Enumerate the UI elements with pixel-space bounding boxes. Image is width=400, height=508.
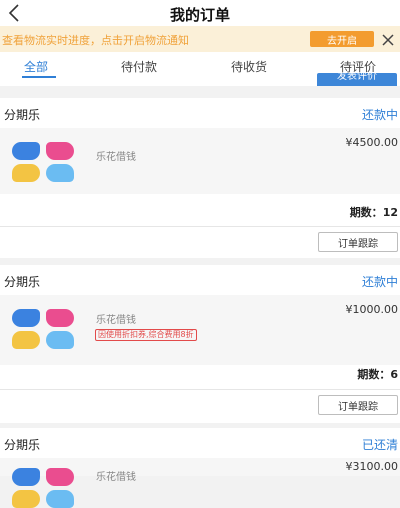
merchant-name: 分期乐 <box>4 108 41 122</box>
close-icon <box>382 34 394 46</box>
divider <box>0 389 400 390</box>
nav-bar: 我的订单 <box>0 0 400 26</box>
product-price: ¥1000.00 <box>345 303 399 316</box>
product-price: ¥4500.00 <box>345 136 399 149</box>
order-card[interactable]: 分期乐 还款中 乐花借钱 ¥4500.00 期数：12 订单跟踪 <box>0 98 400 258</box>
order-tracking-button[interactable]: 订单跟踪 <box>318 232 398 252</box>
page-title: 我的订单 <box>169 6 230 24</box>
product-name: 乐花借钱 <box>96 152 136 163</box>
order-header: 分期乐 还款中 <box>0 265 400 295</box>
tab-pending-receipt[interactable]: 待收货 <box>231 58 267 75</box>
order-header: 分期乐 已还清 <box>0 428 400 458</box>
periods-value: 12 <box>382 206 398 219</box>
discount-badge: 因使用折扣券,综合费用8折 <box>95 329 197 341</box>
order-status: 还款中 <box>361 108 398 122</box>
product-row[interactable]: 乐花借钱 因使用折扣券,综合费用8折 ¥1000.00 <box>0 295 400 365</box>
post-review-button[interactable]: 发表评价 <box>317 73 397 86</box>
merchant-name: 分期乐 <box>4 438 41 452</box>
product-name: 乐花借钱 <box>96 315 136 326</box>
tab-all[interactable]: 全部 <box>24 58 48 75</box>
periods-label: 期数： <box>357 368 391 381</box>
close-notice-button[interactable] <box>381 32 395 46</box>
periods-label: 期数： <box>349 206 383 219</box>
order-status: 已还清 <box>361 438 398 452</box>
installment-periods: 期数：6 <box>357 366 398 382</box>
active-tab-indicator <box>22 76 56 78</box>
merchant-name: 分期乐 <box>4 275 41 289</box>
order-status: 还款中 <box>361 275 398 289</box>
product-price: ¥3100.00 <box>345 460 399 473</box>
order-card[interactable]: 分期乐 还款中 乐花借钱 因使用折扣券,综合费用8折 ¥1000.00 期数：6… <box>0 265 400 423</box>
tab-pending-payment[interactable]: 待付款 <box>121 58 157 75</box>
product-row[interactable]: 乐花借钱 ¥4500.00 <box>0 128 400 194</box>
periods-value: 6 <box>390 368 398 381</box>
logistics-notice-bar: 查看物流实时进度，点击开启物流通知 去开启 <box>0 26 400 52</box>
installment-periods: 期数：12 <box>350 204 398 220</box>
notice-text: 查看物流实时进度，点击开启物流通知 <box>2 34 189 47</box>
order-tracking-button[interactable]: 订单跟踪 <box>318 395 398 415</box>
product-logo-icon <box>12 309 76 349</box>
order-header: 分期乐 还款中 <box>0 98 400 128</box>
divider <box>0 226 400 227</box>
enable-notification-button[interactable]: 去开启 <box>310 31 374 47</box>
product-row[interactable]: 乐花借钱 ¥3100.00 <box>0 458 400 508</box>
product-logo-icon <box>12 142 76 182</box>
product-logo-icon <box>12 468 76 508</box>
order-card[interactable]: 分期乐 已还清 乐花借钱 ¥3100.00 <box>0 428 400 508</box>
